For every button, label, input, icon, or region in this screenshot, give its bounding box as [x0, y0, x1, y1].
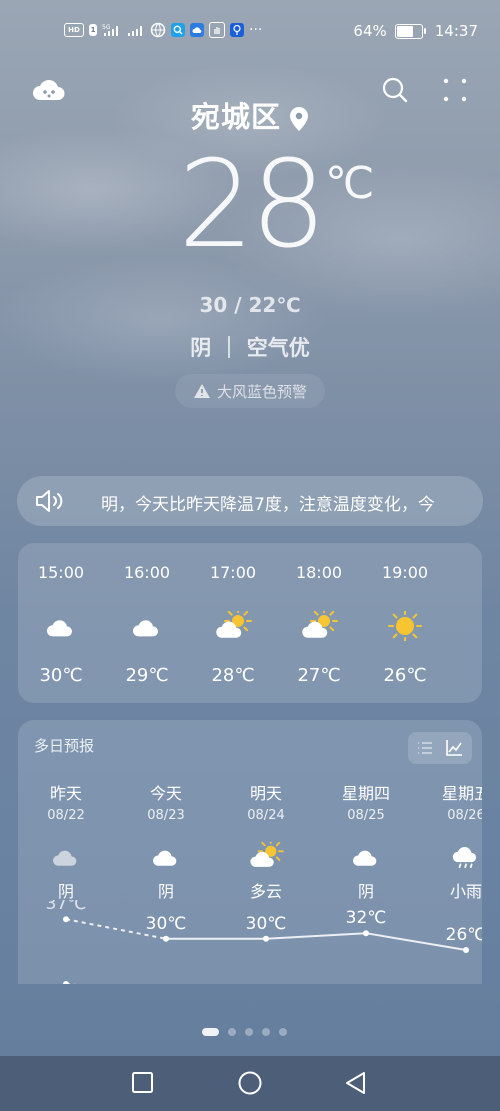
- hour-time: 19: [448, 563, 482, 582]
- broadcast-text: 明，今天比昨天降温7度，注意温度变化，今: [101, 495, 435, 515]
- search-app-icon: [171, 23, 185, 37]
- hour-time: 16:00: [123, 563, 171, 582]
- clock: 14:37: [434, 22, 478, 40]
- partial-icon: [474, 611, 482, 645]
- day-condition: 阴: [157, 882, 174, 901]
- signal-5g-icon: 5G: [102, 24, 118, 36]
- hd-icon: HD: [64, 23, 84, 37]
- day-name: 星期五: [441, 784, 482, 803]
- hour-temperature: 29℃: [125, 665, 169, 686]
- temperature-trend-chart: 37℃25℃30℃22℃30℃32℃22℃26℃: [46, 900, 482, 984]
- day-name: 星期四: [341, 784, 390, 803]
- daily-forecast-title: 多日预报: [34, 737, 95, 755]
- weather-alert-badge[interactable]: 大风蓝色预警: [175, 374, 325, 408]
- location-pin-icon: [290, 107, 308, 131]
- list-view-icon[interactable]: [417, 740, 433, 756]
- hand-app-icon: [209, 22, 225, 38]
- rain-icon: [450, 842, 482, 874]
- page-dot[interactable]: [228, 1028, 236, 1036]
- navigation-bar: [0, 1056, 500, 1111]
- partly-sunny-icon: [216, 607, 252, 645]
- day-condition: 多云: [249, 882, 282, 901]
- cloud-app-icon: [190, 23, 204, 37]
- hour-temperature: 30℃: [39, 665, 83, 686]
- day-condition: 小雨: [449, 882, 482, 901]
- hour-time: 15:00: [37, 563, 85, 582]
- daily-forecast[interactable]: 多日预报 昨天 08/22 阴 今天 08/23 阴 明天 08/24 多云 星…: [18, 720, 482, 984]
- hour-time: 19:00: [381, 563, 429, 582]
- high-temp-label: 30℃: [246, 914, 287, 934]
- high-low-temperature: 30 / 22℃: [199, 293, 301, 317]
- partly-sunny-icon: [302, 607, 338, 645]
- day-date: 08/26: [447, 808, 482, 823]
- page-dot[interactable]: [279, 1028, 287, 1036]
- high-temp-label: 26℃: [446, 925, 482, 945]
- hour-time: 17:00: [209, 563, 257, 582]
- battery-percent: 64%: [353, 22, 387, 40]
- current-temperature: 28: [178, 136, 327, 275]
- battery-icon: [394, 23, 426, 39]
- signal-2-icon: [128, 26, 142, 36]
- status-bar: HD 1 5G ··· 64% 14:37: [0, 0, 500, 62]
- high-temp-point: [363, 930, 369, 937]
- high-temp-point: [163, 935, 169, 942]
- hour-temperature: 26℃: [383, 665, 427, 686]
- page-indicator: [202, 1028, 287, 1036]
- low-temp-point: [63, 981, 69, 984]
- battery-level: [396, 25, 414, 37]
- current-condition: 阴 ｜ 空气优: [190, 336, 310, 360]
- partly-sunny-icon: [250, 838, 284, 874]
- cloud-icon: [50, 842, 84, 874]
- high-temp-point: [463, 947, 469, 953]
- sun-icon: [388, 609, 424, 645]
- page-dot[interactable]: [245, 1028, 253, 1036]
- status-right: 64% 14:37: [353, 22, 478, 40]
- day-date: 08/25: [347, 808, 385, 823]
- hour-time: 18:00: [295, 563, 343, 582]
- weather-broadcast[interactable]: 明，今天比昨天降温7度，注意温度变化，今: [17, 476, 483, 526]
- home-button[interactable]: [237, 1070, 263, 1096]
- location-title[interactable]: 宛城区: [0, 94, 500, 136]
- day-date: 08/23: [147, 808, 185, 823]
- cloud-icon: [44, 611, 80, 645]
- cloud-icon: [150, 842, 184, 874]
- page-dot[interactable]: [262, 1028, 270, 1036]
- hour-temperature: 28℃: [211, 665, 255, 686]
- day-condition: 阴: [357, 882, 374, 901]
- hour-temperature: 27℃: [297, 665, 341, 686]
- day-date: 08/24: [247, 808, 285, 823]
- cloud-icon: [130, 611, 166, 645]
- cloud-icon: [350, 842, 384, 874]
- day-name: 昨天: [49, 784, 82, 803]
- chart-view-icon[interactable]: [445, 739, 463, 757]
- page-dot[interactable]: [202, 1028, 219, 1036]
- sim-1-icon: 1: [89, 24, 97, 36]
- more-notifications-icon: ···: [249, 22, 263, 38]
- hour-temperature: E: [448, 665, 482, 686]
- city-name: 宛城区: [190, 100, 281, 134]
- warning-icon: [193, 384, 210, 398]
- svg-text:5G: 5G: [102, 24, 111, 31]
- trend-line: [166, 932, 467, 951]
- day-name: 明天: [249, 784, 282, 803]
- speaker-icon[interactable]: [35, 489, 65, 513]
- day-date: 08/22: [47, 808, 85, 823]
- alert-text: 大风蓝色预警: [216, 382, 307, 401]
- day-condition: 阴: [57, 882, 74, 901]
- temperature-unit: ℃: [325, 158, 375, 209]
- day-name: 今天: [149, 784, 182, 803]
- hourly-forecast[interactable]: 15:00 30℃ 16:00 29℃ 17:00 28℃ 18:00 27℃ …: [18, 543, 482, 703]
- view-toggle[interactable]: [408, 732, 472, 764]
- bulb-app-icon: [230, 23, 244, 37]
- high-temp-label: 32℃: [346, 908, 387, 928]
- status-left-icons: HD 1 5G ···: [64, 22, 262, 38]
- recent-apps-button[interactable]: [131, 1070, 155, 1096]
- app-globe-icon: [150, 22, 166, 38]
- high-temp-point: [263, 935, 269, 942]
- high-temp-label: 37℃: [46, 900, 87, 914]
- high-temp-point: [63, 916, 69, 923]
- high-temp-label: 30℃: [146, 914, 187, 934]
- back-button[interactable]: [344, 1070, 368, 1096]
